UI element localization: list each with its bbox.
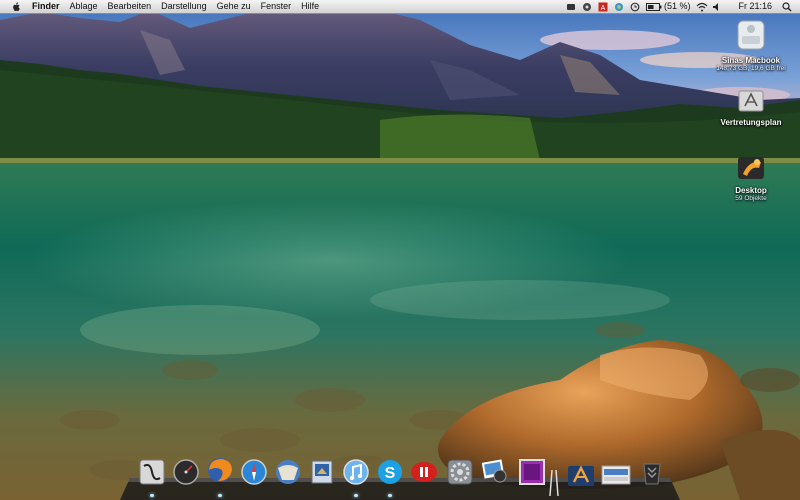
menu-bearbeiten[interactable]: Bearbeiten <box>103 0 157 13</box>
desktop-item-info: 59 Objekte <box>735 195 767 202</box>
itunes-icon <box>343 459 369 485</box>
dock-running-indicator <box>388 494 392 497</box>
photo-booth-icon <box>519 459 545 485</box>
menu-ablage[interactable]: Ablage <box>65 0 103 13</box>
dock-running-indicator <box>150 494 154 497</box>
desktop-item-vertretungsplan[interactable]: Vertretungsplan <box>706 88 796 127</box>
folder-icon <box>738 157 764 179</box>
menu-darstellung[interactable]: Darstellung <box>156 0 212 13</box>
trash-icon <box>643 463 661 485</box>
dock-running-indicator <box>354 494 358 497</box>
dock-item-firefox[interactable] <box>206 456 234 484</box>
parallels-icon <box>411 462 437 482</box>
dock-item-itunes[interactable] <box>342 458 370 486</box>
dock-item-dashboard[interactable] <box>172 458 200 486</box>
skype-icon: S <box>378 460 402 484</box>
spotlight-icon[interactable] <box>782 1 792 12</box>
dock-item-applications[interactable] <box>566 460 594 488</box>
safari-icon <box>241 459 267 485</box>
menubar-clock[interactable]: Fr 21:16 <box>738 0 772 13</box>
svg-text:A: A <box>601 5 606 12</box>
menu-hilfe[interactable]: Hilfe <box>296 0 324 13</box>
dock-item-iphoto[interactable] <box>480 456 508 484</box>
preview-icon <box>311 460 333 484</box>
applications-folder-icon <box>568 465 594 486</box>
dock-item-documents[interactable] <box>600 460 632 488</box>
mail-icon <box>276 460 300 484</box>
menu-bar: Finder Ablage Bearbeiten Darstellung Geh… <box>0 0 800 14</box>
desktop-item-label: Vertretungsplan <box>720 118 782 127</box>
desktop-item-sinas-macbook[interactable]: Sinas Macbook 148,73 GB, 19,6 GB frei <box>706 18 796 72</box>
adobe-icon[interactable]: A <box>598 2 608 12</box>
desktop-wallpaper <box>0 0 800 500</box>
iphoto-icon <box>481 459 507 483</box>
volume-icon[interactable] <box>712 2 722 12</box>
dock-item-trash[interactable] <box>638 458 666 486</box>
application-icon <box>738 90 764 112</box>
documents-stack-icon <box>601 465 631 485</box>
dock-item-preview[interactable] <box>308 458 336 486</box>
desktop-item-label: Desktop <box>735 186 767 195</box>
dock-item-parallels[interactable] <box>410 458 438 486</box>
dock-item-safari[interactable] <box>240 458 268 486</box>
dock-item-finder[interactable] <box>138 458 166 486</box>
time-machine-icon[interactable] <box>630 2 640 12</box>
sync-icon[interactable] <box>614 2 624 12</box>
hard-drive-icon <box>737 20 765 50</box>
desktop-item-label: Sinas Macbook <box>721 56 781 65</box>
svg-text:S: S <box>385 465 396 482</box>
dock-item-skype[interactable]: S <box>376 458 404 486</box>
desktop-item-info: 148,73 GB, 19,6 GB frei <box>716 65 786 72</box>
desktop-item-desktop[interactable]: Desktop 59 Objekte <box>706 152 796 202</box>
dock-item-system-preferences[interactable] <box>446 458 474 486</box>
menu-fenster[interactable]: Fenster <box>256 0 297 13</box>
dropbox-icon[interactable] <box>566 2 576 12</box>
dashboard-icon <box>173 459 199 485</box>
dock-running-indicator <box>218 494 222 497</box>
menu-app-finder[interactable]: Finder <box>26 0 65 13</box>
apple-menu-icon[interactable] <box>6 0 26 13</box>
battery-percentage: (51 %) <box>663 1 691 11</box>
menu-gehe-zu[interactable]: Gehe zu <box>212 0 256 13</box>
finder-icon <box>139 459 165 485</box>
dock-item-mail[interactable] <box>274 458 302 486</box>
firefox-icon <box>208 458 232 482</box>
growl-icon[interactable] <box>582 2 592 12</box>
battery-icon[interactable]: (51 %) <box>645 0 691 13</box>
dock-item-photo-booth[interactable] <box>518 458 546 486</box>
dock-separator <box>549 470 559 496</box>
system-preferences-icon <box>447 459 473 485</box>
wifi-icon[interactable] <box>696 2 708 12</box>
